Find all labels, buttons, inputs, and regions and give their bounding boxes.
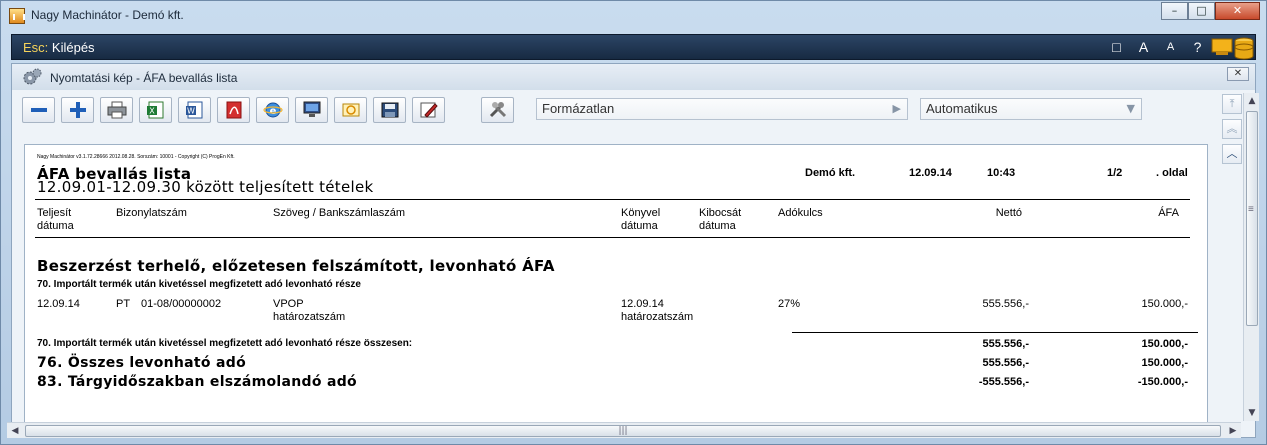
col-bizonylat: Bizonylatszám — [116, 207, 187, 219]
toolbar: X W e — [22, 97, 520, 123]
app-icon — [9, 8, 25, 24]
help-button[interactable]: ? — [1184, 37, 1211, 58]
menu-bar: Esc: Kilépés □ A A ? — [11, 34, 1256, 60]
report-date: 12.09.14 — [909, 167, 952, 179]
panel-close-button[interactable]: ✕ — [1227, 67, 1249, 81]
window-title: Nagy Machinátor - Demó kft. — [31, 8, 184, 22]
section-title: Beszerzést terhelő, előzetesen felszámít… — [37, 257, 555, 275]
row-book-date: 12.09.14 — [621, 298, 664, 310]
mode-select-value: Automatikus — [926, 101, 998, 116]
chevron-down-icon: ▼ — [1126, 102, 1135, 115]
col-afa: ÁFA — [1158, 207, 1179, 219]
page-up-icon[interactable]: ︿ — [1222, 144, 1242, 164]
header-divider — [35, 199, 1190, 200]
menu-tools: □ A A ? — [1103, 37, 1211, 58]
window-mode-button[interactable]: □ — [1103, 37, 1130, 58]
vertical-scrollbar[interactable]: ▲ ▼ — [1243, 93, 1259, 421]
total-83-net: -555.556,- — [978, 376, 1029, 388]
edit-button[interactable] — [412, 97, 445, 123]
zoom-in-button[interactable] — [61, 97, 94, 123]
col-kibocsat-2: dátuma — [699, 220, 736, 232]
first-page-icon[interactable]: ⤒ — [1222, 94, 1242, 114]
main-window: Nagy Machinátor - Demó kft. – □ ✕ Esc: K… — [0, 0, 1267, 445]
format-select-value: Formázatlan — [542, 101, 615, 116]
row-rate: 27% — [778, 298, 801, 310]
pdf-export-button[interactable] — [217, 97, 250, 123]
report-time: 10:43 — [987, 167, 1016, 179]
col-szoveg: Szöveg / Bankszámlaszám — [273, 207, 406, 219]
excel-export-button[interactable]: X — [139, 97, 172, 123]
font-larger-button[interactable]: A — [1130, 37, 1157, 58]
email-button[interactable] — [334, 97, 367, 123]
group-total-vat: 150.000,- — [1141, 338, 1188, 350]
report-company: Demó kft. — [805, 167, 856, 179]
font-smaller-button[interactable]: A — [1157, 37, 1184, 58]
col-teljesit-2: dátuma — [37, 220, 74, 232]
maximize-button[interactable]: □ — [1188, 2, 1215, 20]
col-konyvel-2: dátuma — [621, 220, 658, 232]
report-subtitle: 12.09.01-12.09.30 között teljesített tét… — [37, 178, 374, 196]
col-konyvel: Könyvel — [621, 207, 661, 219]
save-button[interactable] — [373, 97, 406, 123]
close-button[interactable]: ✕ — [1215, 2, 1260, 20]
horizontal-scroll-thumb[interactable]: ||| — [25, 425, 1221, 437]
database-icon[interactable] — [1210, 33, 1256, 63]
row-net: 555.556,- — [982, 298, 1029, 310]
total-divider — [792, 332, 1198, 333]
title-bar: Nagy Machinátor - Demó kft. – □ ✕ — [1, 1, 1266, 31]
mode-select[interactable]: Automatikus ▼ — [920, 98, 1142, 120]
total-76-net: 555.556,- — [982, 357, 1029, 369]
vertical-scroll-thumb[interactable] — [1246, 111, 1258, 326]
browser-export-button[interactable]: e — [256, 97, 289, 123]
row-text: VPOP — [273, 298, 304, 310]
row-date: 12.09.14 — [37, 298, 80, 310]
group-title: 70. Importált termék után kivetéssel meg… — [37, 279, 361, 290]
zoom-out-button[interactable] — [22, 97, 55, 123]
report-page: Nagy Machinátor v3.1.72.28666 2012.08.28… — [24, 144, 1208, 424]
horizontal-scrollbar[interactable]: ◀ ||| ▶ — [7, 422, 1241, 438]
print-preview-panel: Nyomtatási kép - ÁFA bevallás lista ✕ X … — [11, 63, 1256, 438]
col-adokulcs: Adókulcs — [778, 207, 823, 219]
row-doc: 01-08/00000002 — [141, 298, 222, 310]
row-book-sub: határozatszám — [621, 311, 694, 323]
row-text-sub: határozatszám — [273, 311, 346, 323]
report-page-label: . oldal — [1156, 167, 1188, 179]
columns-divider — [35, 237, 1190, 238]
chevron-right-icon: ▶ — [892, 102, 901, 115]
settings-tools-button[interactable] — [481, 97, 514, 123]
scroll-up-icon[interactable]: ▲ — [1244, 93, 1260, 109]
col-teljesit: Teljesít — [37, 207, 72, 219]
exit-button[interactable]: Esc: Kilépés — [23, 40, 95, 55]
report-page-number: 1/2 — [1107, 167, 1123, 179]
window-controls: – □ ✕ — [1161, 2, 1260, 20]
scroll-right-icon[interactable]: ▶ — [1225, 423, 1241, 439]
exit-label: Kilépés — [51, 40, 95, 55]
format-select[interactable]: Formázatlan ▶ — [536, 98, 908, 120]
group-total-net: 555.556,- — [982, 338, 1029, 350]
total-76-vat: 150.000,- — [1141, 357, 1188, 369]
esc-key-label: Esc: — [23, 40, 49, 55]
col-netto: Nettó — [995, 207, 1022, 219]
panel-title-bar: Nyomtatási kép - ÁFA bevallás lista ✕ — [12, 64, 1255, 90]
page-up-fast-icon[interactable]: ︽ — [1222, 119, 1242, 139]
scroll-down-icon[interactable]: ▼ — [1244, 405, 1260, 421]
scroll-left-icon[interactable]: ◀ — [7, 423, 23, 439]
report-header-line: Nagy Machinátor v3.1.72.28666 2012.08.28… — [37, 154, 235, 160]
gear-icon — [22, 68, 42, 86]
svg-text:W: W — [187, 107, 195, 116]
total-83-label: 83. Tárgyidőszakban elszámolandó adó — [37, 374, 357, 390]
screen-preview-button[interactable] — [295, 97, 328, 123]
panel-title: Nyomtatási kép - ÁFA bevallás lista — [50, 71, 238, 85]
col-kibocsat: Kibocsát — [699, 207, 742, 219]
page-nav: ⤒ ︽ ︿ — [1222, 94, 1244, 169]
total-83-vat: -150.000,- — [1137, 376, 1188, 388]
row-type: PT — [116, 298, 131, 310]
print-button[interactable] — [100, 97, 133, 123]
total-76-label: 76. Összes levonható adó — [37, 355, 246, 371]
svg-text:X: X — [149, 107, 155, 116]
row-vat: 150.000,- — [1141, 298, 1188, 310]
group-total-label: 70. Importált termék után kivetéssel meg… — [37, 338, 413, 349]
minimize-button[interactable]: – — [1161, 2, 1188, 20]
word-export-button[interactable]: W — [178, 97, 211, 123]
